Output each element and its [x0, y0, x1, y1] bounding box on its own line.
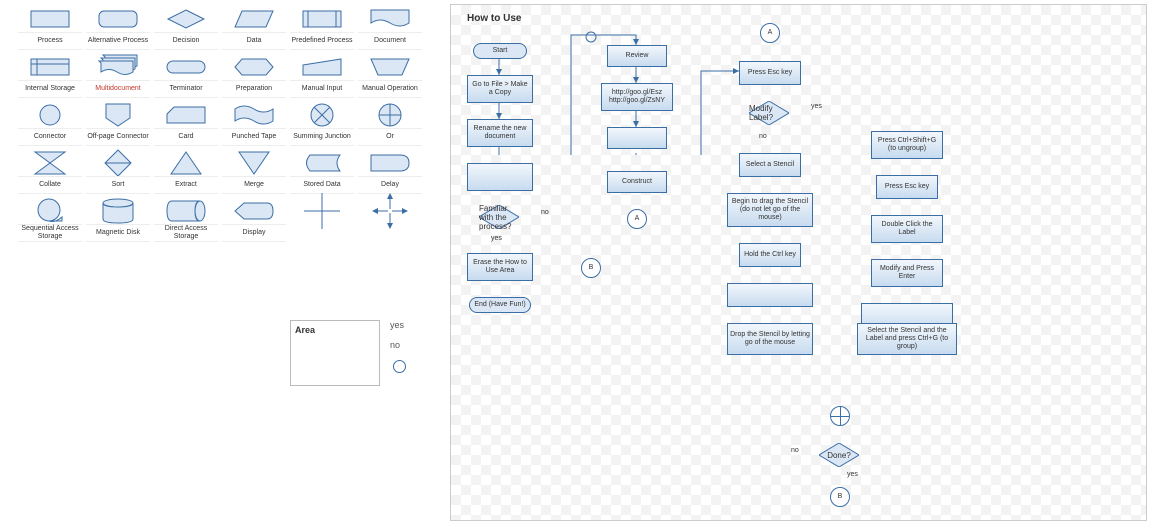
- connector-a-2[interactable]: A: [760, 23, 780, 43]
- stencil-axes-icon[interactable]: .: [290, 198, 354, 242]
- stencil-extract[interactable]: Extract: [154, 150, 218, 194]
- stencil-process[interactable]: Process: [18, 6, 82, 50]
- node-or[interactable]: [830, 406, 850, 426]
- stencil-preparation[interactable]: Preparation: [222, 54, 286, 98]
- node-learn3[interactable]: [727, 283, 813, 307]
- stencil-delay[interactable]: Delay: [358, 150, 422, 194]
- node-drop[interactable]: Drop the Stencil by letting go of the mo…: [727, 323, 813, 355]
- node-modify-label-decision[interactable]: Modify Label?: [749, 101, 789, 125]
- area-box[interactable]: Area: [290, 320, 380, 386]
- stencil-merge[interactable]: Merge: [222, 150, 286, 194]
- label-yes-1: yes: [491, 235, 502, 242]
- palette-circle-icon[interactable]: [393, 360, 406, 373]
- stencil-punched-tape[interactable]: Punched Tape: [222, 102, 286, 146]
- stencil-or[interactable]: Or: [358, 102, 422, 146]
- node-dbl-click[interactable]: Double Click the Label: [871, 215, 943, 243]
- node-modify-enter[interactable]: Modify and Press Enter: [871, 259, 943, 287]
- stencil-internal-storage[interactable]: Internal Storage: [18, 54, 82, 98]
- label-yes-3: yes: [847, 471, 858, 478]
- stencil-data[interactable]: Data: [222, 6, 286, 50]
- stencil-manual-input[interactable]: Manual Input: [290, 54, 354, 98]
- stencil-document[interactable]: Document: [358, 6, 422, 50]
- palette-no-label: no: [390, 340, 400, 350]
- stencil-sort[interactable]: Sort: [86, 150, 150, 194]
- node-familiar-decision[interactable]: Familiar with the process?: [479, 205, 519, 229]
- node-done-decision[interactable]: Done?: [819, 443, 859, 467]
- node-press-esc[interactable]: Press Esc key: [739, 61, 801, 85]
- stencil-sequential-access-storage[interactable]: Sequential Access Storage: [18, 198, 82, 242]
- stencil-collate[interactable]: Collate: [18, 150, 82, 194]
- node-select-stencil[interactable]: Select a Stencil: [739, 153, 801, 177]
- node-make-copy[interactable]: Go to File > Make a Copy: [467, 75, 533, 103]
- stencil-direct-access-storage[interactable]: Direct Access Storage: [154, 198, 218, 242]
- node-rename[interactable]: Rename the new document: [467, 119, 533, 147]
- label-no-1: no: [541, 209, 549, 216]
- label-yes-2: yes: [811, 103, 822, 110]
- node-erase[interactable]: Erase the How to Use Area: [467, 253, 533, 281]
- stencil-display[interactable]: Display: [222, 198, 286, 242]
- stencil-manual-operation[interactable]: Manual Operation: [358, 54, 422, 98]
- stencil-alt-process[interactable]: Alternative Process: [86, 6, 150, 50]
- connector-a-1[interactable]: A: [627, 209, 647, 229]
- connector-b-1[interactable]: B: [581, 258, 601, 278]
- label-no-3: no: [791, 447, 799, 454]
- node-press-esc-2[interactable]: Press Esc key: [876, 175, 938, 199]
- node-hold-ctrl[interactable]: Hold the Ctrl key: [739, 243, 801, 267]
- node-learn2[interactable]: [607, 127, 667, 149]
- stencil-summing-junction[interactable]: Summing Junction: [290, 102, 354, 146]
- stencil-palette: Process Alternative Process Decision Dat…: [0, 0, 430, 246]
- stencil-terminator[interactable]: Terminator: [154, 54, 218, 98]
- node-start[interactable]: Start: [473, 43, 527, 59]
- stencil-offpage-connector[interactable]: Off-page Connector: [86, 102, 150, 146]
- stencil-stored-data[interactable]: Stored Data: [290, 150, 354, 194]
- stencil-arrows-icon[interactable]: .: [358, 198, 422, 242]
- label-no-2: no: [759, 133, 767, 140]
- stencil-connector[interactable]: Connector: [18, 102, 82, 146]
- stencil-magnetic-disk[interactable]: Magnetic Disk: [86, 198, 150, 242]
- node-construct[interactable]: Construct: [607, 171, 667, 193]
- node-end[interactable]: End (Have Fun!): [469, 297, 531, 313]
- stencil-card[interactable]: Card: [154, 102, 218, 146]
- palette-yes-label: yes: [390, 320, 404, 330]
- stencil-multidocument[interactable]: Multidocument: [86, 54, 150, 98]
- node-group[interactable]: Select the Stencil and the Label and pre…: [857, 323, 957, 355]
- stencil-decision[interactable]: Decision: [154, 6, 218, 50]
- node-ungroup[interactable]: Press Ctrl+Shift+G (to ungroup): [871, 131, 943, 159]
- node-review[interactable]: Review: [607, 45, 667, 67]
- stencil-predefined-process[interactable]: Predefined Process: [290, 6, 354, 50]
- node-links[interactable]: http://goo.gl/Esz http://goo.gl/ZsNY: [601, 83, 673, 111]
- drawing-canvas[interactable]: How to Use: [450, 4, 1147, 521]
- connector-b-2[interactable]: B: [830, 487, 850, 507]
- node-learn[interactable]: [467, 163, 533, 191]
- node-begin-drag[interactable]: Begin to drag the Stencil (do not let go…: [727, 193, 813, 227]
